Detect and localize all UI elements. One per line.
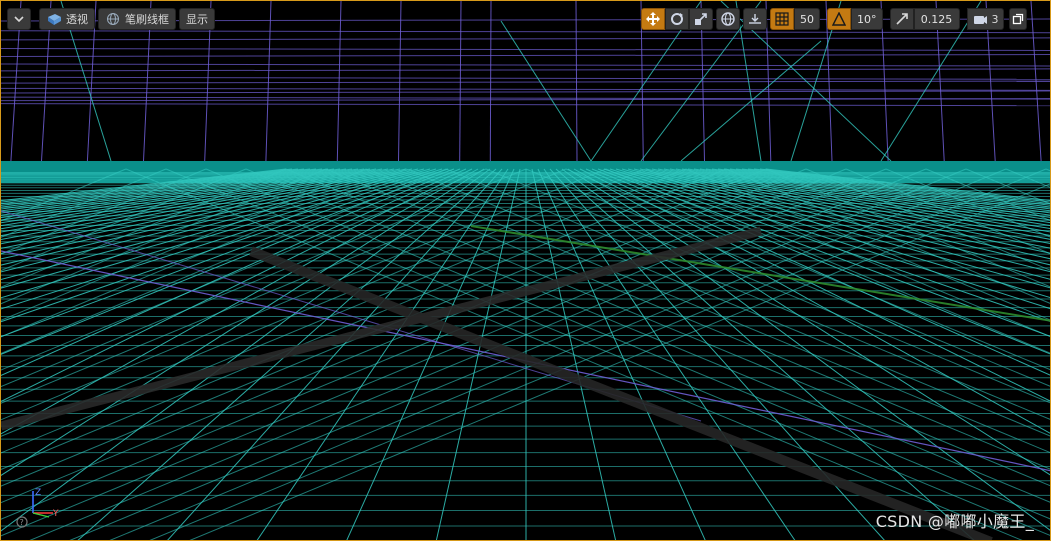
wire-line [109, 168, 1007, 540]
grid-snap-group: 50 [770, 8, 820, 30]
wire-line [459, 1, 462, 162]
wire-line [561, 168, 1050, 531]
scale-snap-group: 0.125 [889, 8, 960, 30]
scale-arrow-icon [895, 12, 909, 26]
viewport-menu-button[interactable] [7, 8, 31, 30]
wire-line [1, 168, 443, 310]
scale-mode-button[interactable] [689, 8, 713, 30]
scale-snap-value[interactable]: 0.125 [913, 8, 960, 30]
wire-line [167, 168, 503, 540]
wire-line [1, 168, 687, 454]
view-mode-label: 笔刷线框 [125, 13, 169, 26]
wire-line [1, 168, 727, 471]
level-viewport[interactable]: 透视 笔刷线框 显示 50 10° 0.125 3 Z Y ? CSDN @嘟嘟… [0, 0, 1051, 541]
wire-line [675, 168, 1050, 236]
perspective-button[interactable]: 透视 [39, 8, 95, 30]
rotation-snap-value[interactable]: 10° [851, 8, 883, 30]
wire-line [470, 225, 1050, 322]
wire-line [346, 168, 515, 540]
transform-tools [641, 8, 713, 30]
axis-z-label: Z [35, 488, 41, 498]
wire-line [500, 20, 592, 162]
grid-snap-toggle[interactable] [770, 8, 794, 30]
help-icon-glyph: ? [20, 518, 24, 527]
wire-line [1, 80, 1050, 84]
translate-mode-button[interactable] [641, 8, 665, 30]
wire-line [1, 168, 431, 289]
wire-line [265, 1, 272, 162]
wire-line [1, 76, 1050, 80]
wire-line [29, 168, 927, 540]
viewport-toolbar-left: 透视 笔刷线框 显示 [7, 7, 215, 31]
viewport-toolbar-right: 50 10° 0.125 3 [641, 7, 1027, 31]
wire-line [336, 1, 342, 162]
wire-line [325, 168, 1050, 470]
axis-y-label: Y [52, 509, 59, 519]
wire-line [1, 68, 1050, 72]
show-label: 显示 [186, 13, 208, 26]
watermark: CSDN @嘟嘟小魔王_ [875, 512, 1034, 531]
surface-snap-button[interactable] [743, 8, 767, 30]
perspective-cube-icon [46, 12, 62, 26]
wire-line [205, 168, 1050, 520]
wire-line [1, 87, 1050, 91]
camera-speed-button[interactable]: 3 [966, 8, 1004, 30]
wire-line [1, 30, 1050, 34]
wire-line [1, 90, 1050, 94]
wire-line [1, 168, 847, 520]
wire-line [723, 168, 1050, 214]
camera-speed-value: 3 [991, 12, 999, 26]
wire-line [1, 47, 1050, 51]
show-flags-button[interactable]: 显示 [179, 8, 215, 30]
grid-icon [775, 12, 789, 26]
view-mode-button[interactable]: 笔刷线框 [98, 8, 176, 30]
camera-icon [972, 12, 988, 26]
wire-line [1, 168, 491, 532]
grid-snap-value[interactable]: 50 [794, 8, 820, 30]
rotate-mode-button[interactable] [665, 8, 689, 30]
rotation-snap-group: 10° [827, 8, 883, 30]
maximize-icon [1012, 13, 1024, 25]
surface-snap-icon [747, 11, 763, 27]
scale-icon [693, 11, 709, 27]
wire-line [681, 168, 1050, 233]
wire-line [1, 37, 1050, 41]
wire-line [249, 246, 993, 540]
camera-speed-group: 3 [966, 8, 1004, 30]
maximize-viewport-button[interactable] [1008, 8, 1027, 30]
wire-line [1, 168, 437, 299]
floor-wireframe-grid [1, 168, 1050, 540]
wire-line [687, 168, 1050, 230]
coordinate-system-button[interactable] [716, 8, 740, 30]
wire-line [567, 168, 1050, 476]
chevron-down-icon [14, 15, 24, 23]
wireframe-sphere-icon [105, 12, 121, 26]
wire-line [1, 98, 1050, 102]
translate-icon [645, 11, 661, 27]
rotate-icon [669, 11, 685, 27]
axis-gizmo: Z Y ? [16, 488, 59, 528]
wire-line [1, 54, 1050, 58]
wire-line [729, 168, 1050, 212]
perspective-label: 透视 [66, 13, 88, 26]
wire-line [398, 1, 402, 162]
wire-line [489, 1, 492, 162]
rotation-snap-toggle[interactable] [827, 8, 851, 30]
scale-snap-toggle[interactable] [889, 8, 914, 30]
wire-line [565, 168, 1050, 371]
angle-icon [832, 12, 846, 26]
wire-line [1, 168, 447, 354]
wire-line [1, 63, 1050, 67]
wireframe-scene[interactable] [1, 1, 1051, 541]
wire-line [537, 168, 706, 540]
wire-line [711, 168, 1050, 218]
wire-line [365, 168, 1050, 454]
wire-line [1, 103, 1050, 107]
globe-icon [720, 11, 736, 27]
wire-line [1, 226, 763, 431]
wire-line [605, 168, 1050, 354]
